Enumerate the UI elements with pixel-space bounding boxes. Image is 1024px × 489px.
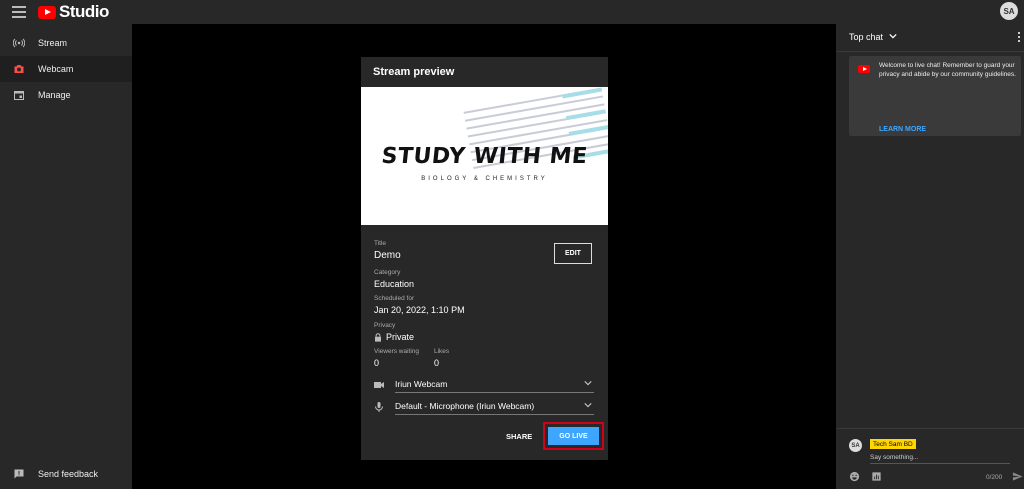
studio-logo[interactable]: Studio bbox=[38, 2, 109, 22]
scheduled-value: Jan 20, 2022, 1:10 PM bbox=[374, 305, 465, 315]
thumbnail-title: STUDY WITH ME bbox=[380, 144, 589, 169]
likes-value: 0 bbox=[434, 358, 440, 368]
share-button[interactable]: SHARE bbox=[506, 432, 532, 441]
microphone-select-value: Default - Microphone (Iriun Webcam) bbox=[395, 401, 535, 411]
edit-button[interactable]: EDIT bbox=[554, 243, 592, 264]
microphone-icon bbox=[375, 402, 383, 412]
viewers-waiting-value: 0 bbox=[374, 358, 380, 368]
feedback-icon bbox=[0, 468, 38, 480]
chat-message-input[interactable] bbox=[870, 452, 1010, 464]
video-camera-icon bbox=[374, 382, 384, 388]
chat-input-area: SA Tech Sam BD 0/200 bbox=[836, 428, 1024, 489]
youtube-logo-icon bbox=[858, 65, 870, 73]
chevron-down-icon bbox=[584, 381, 592, 386]
emoji-icon[interactable] bbox=[849, 471, 860, 482]
lock-icon bbox=[375, 333, 381, 342]
camera-select-value: Iriun Webcam bbox=[395, 379, 448, 389]
stream-thumbnail: STUDY WITH ME BIOLOGY & CHEMISTRY bbox=[361, 87, 608, 225]
chat-welcome-message: Welcome to live chat! Remember to guard … bbox=[849, 56, 1021, 136]
category-value: Education bbox=[374, 279, 415, 289]
broadcast-icon bbox=[0, 37, 38, 49]
sidebar-item-manage[interactable]: Manage bbox=[0, 82, 132, 108]
stream-preview-card: Stream preview STUDY WITH ME BIOLOGY & C… bbox=[361, 57, 608, 460]
chat-header-label: Top chat bbox=[849, 32, 884, 42]
avatar: SA bbox=[849, 439, 862, 452]
sidebar-item-label: Stream bbox=[38, 38, 68, 48]
youtube-logo-icon bbox=[38, 5, 56, 19]
camera-icon bbox=[0, 63, 38, 75]
microphone-select[interactable]: Default - Microphone (Iriun Webcam) bbox=[395, 399, 594, 415]
logo-text: Studio bbox=[59, 2, 109, 21]
title-label: Title bbox=[374, 240, 387, 247]
chevron-down-icon bbox=[888, 33, 897, 39]
learn-more-link[interactable]: LEARN MORE bbox=[879, 126, 926, 133]
privacy-value: Private bbox=[386, 332, 415, 342]
super-chat-icon[interactable] bbox=[871, 471, 882, 482]
thumbnail-subtitle: BIOLOGY & CHEMISTRY bbox=[421, 176, 548, 182]
privacy-label: Privacy bbox=[374, 322, 396, 329]
send-feedback-button[interactable]: Send feedback bbox=[0, 461, 132, 487]
calendar-icon bbox=[0, 89, 38, 101]
character-counter: 0/200 bbox=[986, 474, 1003, 481]
category-label: Category bbox=[374, 269, 401, 276]
menu-icon[interactable] bbox=[12, 6, 26, 18]
viewers-waiting-label: Viewers waiting bbox=[374, 348, 420, 355]
sidebar-item-stream[interactable]: Stream bbox=[0, 30, 132, 56]
go-live-button[interactable]: GO LIVE bbox=[548, 427, 599, 445]
account-avatar[interactable]: SA bbox=[1000, 2, 1018, 20]
top-bar: Studio SA bbox=[0, 0, 1024, 24]
chevron-down-icon bbox=[584, 403, 592, 408]
username-badge: Tech Sam BD bbox=[870, 439, 916, 449]
more-options-icon[interactable] bbox=[1018, 32, 1021, 44]
live-chat-panel: Top chat Welcome to live chat! Remember … bbox=[836, 24, 1024, 489]
sidebar: Stream Webcam Manage Send feedback bbox=[0, 24, 132, 489]
chat-mode-dropdown[interactable]: Top chat bbox=[836, 24, 1024, 52]
title-value: Demo bbox=[374, 250, 401, 261]
sidebar-item-webcam[interactable]: Webcam bbox=[0, 56, 132, 82]
likes-label: Likes bbox=[434, 348, 450, 355]
scheduled-label: Scheduled for bbox=[374, 295, 415, 302]
sidebar-item-label: Manage bbox=[38, 90, 71, 100]
send-icon[interactable] bbox=[1012, 471, 1023, 482]
send-feedback-label: Send feedback bbox=[38, 469, 99, 479]
camera-select[interactable]: Iriun Webcam bbox=[395, 377, 594, 393]
stream-preview-header: Stream preview bbox=[373, 66, 455, 78]
welcome-text: Welcome to live chat! Remember to guard … bbox=[879, 62, 1016, 78]
sidebar-item-label: Webcam bbox=[38, 64, 74, 74]
